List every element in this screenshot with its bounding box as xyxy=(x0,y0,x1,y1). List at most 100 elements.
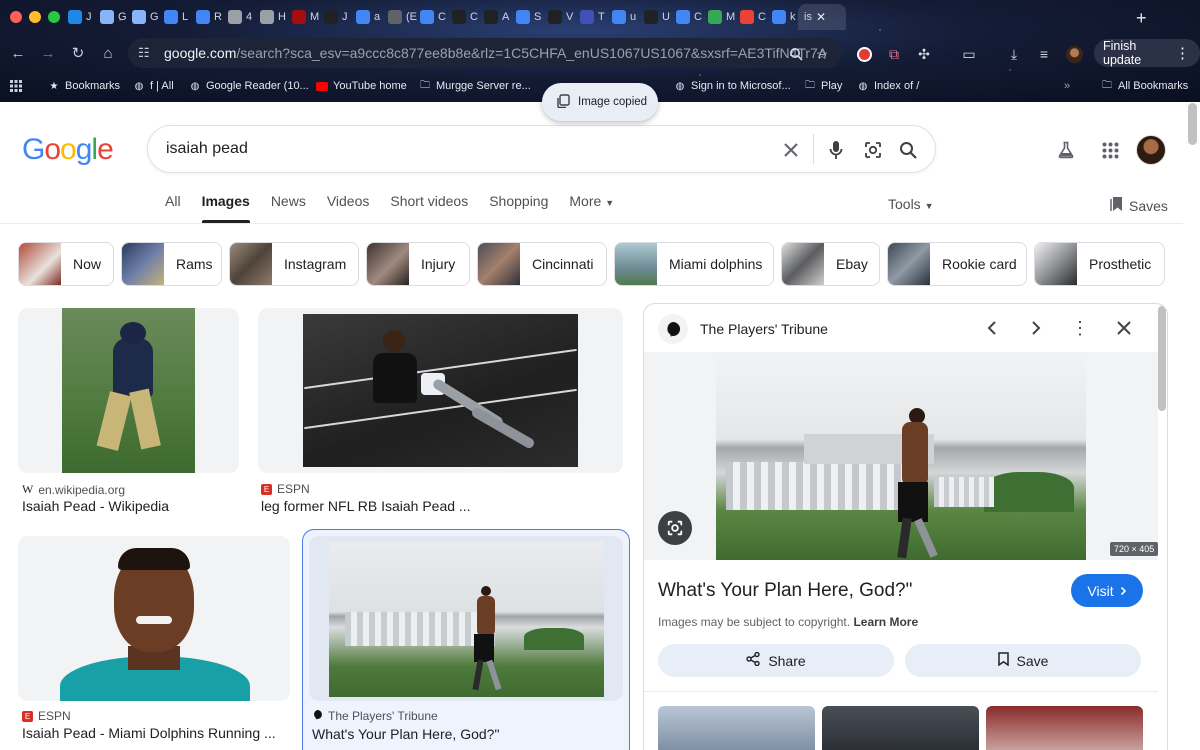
browser-tab[interactable]: C xyxy=(414,4,446,30)
voice-search-icon[interactable] xyxy=(824,138,848,162)
result-image[interactable] xyxy=(309,536,623,701)
chip-rams[interactable]: Rams xyxy=(121,242,222,286)
bookmarks-overflow-icon[interactable]: » xyxy=(1064,80,1070,92)
more-vert-icon[interactable]: ⋮ xyxy=(1175,44,1190,62)
bookmark-play[interactable]: 🗀 Play xyxy=(804,80,842,93)
browser-tab[interactable]: U xyxy=(638,4,670,30)
browser-tab[interactable]: R xyxy=(190,4,222,30)
related-image[interactable] xyxy=(822,706,979,750)
search-input[interactable]: isaiah pead xyxy=(147,125,936,173)
reload-button[interactable]: ↻ xyxy=(67,42,89,64)
next-result-icon[interactable] xyxy=(1024,316,1048,340)
search-icon[interactable] xyxy=(896,138,920,162)
download-icon[interactable]: ⤓ xyxy=(1005,45,1023,63)
browser-tab[interactable]: u xyxy=(606,4,638,30)
cast-icon[interactable]: ▭ xyxy=(960,45,978,63)
browser-tab[interactable]: L xyxy=(158,4,190,30)
related-image[interactable] xyxy=(658,706,815,750)
more-options-icon[interactable]: ⋮ xyxy=(1068,316,1092,340)
browser-tab[interactable]: V xyxy=(542,4,574,30)
chip-now[interactable]: Now xyxy=(18,242,114,286)
browser-tab[interactable]: k xyxy=(766,4,798,30)
tools-button[interactable]: Tools ▼ xyxy=(888,196,934,212)
panel-source[interactable]: The Players' Tribune xyxy=(658,314,828,344)
bookmark-star-icon[interactable]: ☆ xyxy=(813,45,831,63)
site-info-icon[interactable]: ☷ xyxy=(138,45,156,61)
browser-tab[interactable]: A xyxy=(478,4,510,30)
extension-red-icon[interactable] xyxy=(855,45,873,63)
minimize-window-button[interactable] xyxy=(29,11,41,23)
screenshot-extension-icon[interactable]: ⧉ xyxy=(885,45,903,63)
google-logo[interactable]: Google xyxy=(22,133,114,167)
learn-more-link[interactable]: Learn More xyxy=(853,615,918,629)
maximize-window-button[interactable] xyxy=(48,11,60,23)
browser-tab[interactable]: C xyxy=(734,4,766,30)
zoom-icon[interactable] xyxy=(787,45,805,63)
tab-more[interactable]: More ▼ xyxy=(569,193,614,221)
browser-tab[interactable]: C xyxy=(670,4,702,30)
browser-tab-active[interactable]: is ✕ xyxy=(798,4,846,30)
bookmark-index-of[interactable]: ◍ Index of / xyxy=(857,80,920,92)
chip-prosthetic[interactable]: Prosthetic xyxy=(1034,242,1165,286)
result-image[interactable] xyxy=(18,308,239,473)
browser-tab[interactable]: M xyxy=(286,4,319,30)
image-result[interactable]: W en.wikipedia.org Isaiah Pead - Wikiped… xyxy=(18,308,240,518)
save-button[interactable]: Save xyxy=(905,644,1141,677)
browser-tab[interactable]: M xyxy=(702,4,735,30)
result-image[interactable] xyxy=(18,536,290,701)
tab-videos[interactable]: Videos xyxy=(327,193,370,221)
lens-search-icon[interactable] xyxy=(658,511,692,545)
browser-tab[interactable]: S xyxy=(510,4,542,30)
page-scrollbar[interactable] xyxy=(1188,103,1197,145)
new-tab-button[interactable]: + xyxy=(1136,8,1147,29)
image-result[interactable]: E ESPN Isaiah Pead - Miami Dolphins Runn… xyxy=(18,536,291,750)
profile-avatar-icon[interactable] xyxy=(1065,45,1083,63)
close-panel-icon[interactable] xyxy=(1112,316,1136,340)
chip-ebay[interactable]: Ebay xyxy=(781,242,880,286)
browser-tab[interactable]: a xyxy=(350,4,382,30)
browser-tab[interactable]: J xyxy=(318,4,350,30)
chip-miami-dolphins[interactable]: Miami dolphins xyxy=(614,242,774,286)
tab-news[interactable]: News xyxy=(271,193,306,221)
chip-injury[interactable]: Injury xyxy=(366,242,470,286)
browser-tab[interactable]: G xyxy=(94,4,127,30)
preview-image[interactable] xyxy=(644,352,1158,560)
image-result-selected[interactable]: The Players' Tribune What's Your Plan He… xyxy=(302,529,630,750)
bookmark-all-bookmarks[interactable]: 🗀 All Bookmarks xyxy=(1101,80,1188,93)
saves-button[interactable]: Saves xyxy=(1110,196,1168,215)
bookmark-sign-in-microsoft[interactable]: ◍ Sign in to Microsof... xyxy=(674,80,791,92)
visit-button[interactable]: Visit xyxy=(1071,574,1143,607)
result-image[interactable] xyxy=(258,308,623,473)
labs-flask-icon[interactable] xyxy=(1054,138,1078,162)
extensions-puzzle-icon[interactable]: ✣ xyxy=(915,45,933,63)
home-button[interactable]: ⌂ xyxy=(97,42,119,64)
forward-button[interactable]: → xyxy=(37,42,59,64)
result-title[interactable]: leg former NFL RB Isaiah Pead ... xyxy=(261,498,471,514)
image-result[interactable]: E ESPN leg former NFL RB Isaiah Pead ... xyxy=(258,308,624,518)
bookmark-google-reader[interactable]: ◍ Google Reader (10... xyxy=(189,80,309,92)
browser-tab[interactable]: C xyxy=(446,4,478,30)
tab-images[interactable]: Images xyxy=(201,193,251,223)
bookmark-youtube-home[interactable]: YouTube home xyxy=(316,80,407,92)
share-button[interactable]: Share xyxy=(658,644,894,677)
bookmark-murgge-server[interactable]: 🗀 Murgge Server re... xyxy=(419,80,531,93)
browser-tab[interactable]: (E xyxy=(382,4,417,30)
address-bar[interactable]: ☷ google.com/search?sca_esv=a9ccc8c877ee… xyxy=(128,38,842,68)
tab-short-videos[interactable]: Short videos xyxy=(390,193,468,221)
media-control-icon[interactable]: ≡ xyxy=(1035,45,1053,63)
close-window-button[interactable] xyxy=(10,11,22,23)
panel-scrollbar[interactable] xyxy=(1158,306,1166,411)
back-button[interactable]: ← xyxy=(7,42,29,64)
browser-tab[interactable]: G xyxy=(126,4,159,30)
browser-tab[interactable]: T xyxy=(574,4,606,30)
result-title[interactable]: Isaiah Pead - Miami Dolphins Running ... xyxy=(22,725,276,741)
result-title[interactable]: Isaiah Pead - Wikipedia xyxy=(22,498,169,514)
tab-shopping[interactable]: Shopping xyxy=(489,193,548,221)
browser-tab[interactable]: 4 xyxy=(222,4,254,30)
previous-result-icon[interactable] xyxy=(980,316,1004,340)
chip-instagram[interactable]: Instagram xyxy=(229,242,359,286)
close-tab-icon[interactable]: ✕ xyxy=(816,10,826,24)
panel-title[interactable]: What's Your Plan Here, God?" xyxy=(658,580,912,602)
google-apps-icon[interactable] xyxy=(1098,138,1122,162)
browser-tab[interactable]: H xyxy=(254,4,286,30)
